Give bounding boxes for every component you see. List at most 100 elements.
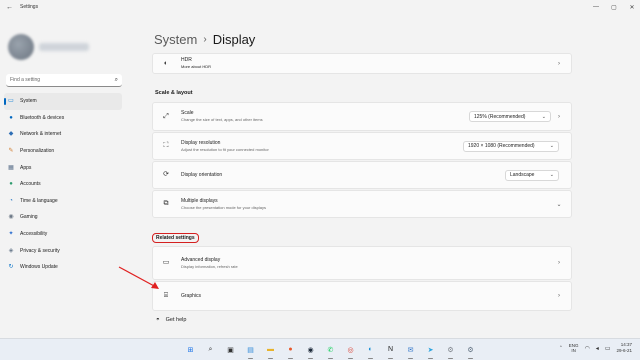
volume-icon[interactable]: ◂ xyxy=(596,345,599,352)
language-indicator[interactable]: ENG IN xyxy=(569,343,579,353)
orientation-card[interactable]: ⟳ Display orientation Landscape ⌄ xyxy=(152,161,572,189)
sidebar: ⌕ ▭ System ● Bluetooth & devices ◆ Network & … xyxy=(0,14,125,336)
maximize-button[interactable]: ▢ xyxy=(610,4,618,11)
file-explorer-icon[interactable]: ▬ xyxy=(264,343,277,359)
search-icon[interactable]: ⌕ xyxy=(204,343,217,356)
page-title: Display xyxy=(212,32,256,47)
sidebar-item-bluetooth-devices[interactable]: ● Bluetooth & devices xyxy=(4,110,122,127)
windows-update-icon: ↻ xyxy=(8,264,14,271)
sidebar-nav: ▭ System ● Bluetooth & devices ◆ Network & in… xyxy=(4,93,122,276)
minimize-button[interactable]: — xyxy=(592,4,600,10)
resolution-value: 1920 × 1080 (Recommended) xyxy=(468,143,535,149)
close-button[interactable]: ✕ xyxy=(628,4,636,11)
windows-start-icon[interactable]: ⊞ xyxy=(184,343,197,356)
sidebar-item-system[interactable]: ▭ System xyxy=(4,93,122,110)
sidebar-item-gaming[interactable]: ◉ Gaming xyxy=(4,209,122,226)
personalization-icon: ✎ xyxy=(8,148,14,155)
whatsapp-icon[interactable]: ✆ xyxy=(324,343,337,359)
avatar xyxy=(8,34,34,60)
bluetooth-icon: ● xyxy=(9,114,13,121)
graphics-title: Graphics xyxy=(181,292,202,299)
sidebar-item-time-language[interactable]: ◔ Time & language xyxy=(4,193,122,210)
edge-icon[interactable]: ◐ xyxy=(364,343,377,359)
hdr-link[interactable]: More about HDR xyxy=(181,64,555,70)
sidebar-item-label: Windows Update xyxy=(20,264,58,271)
clock[interactable]: 14:37 29-6-21 xyxy=(616,342,632,354)
sidebar-item-accounts[interactable]: ● Accounts xyxy=(4,176,122,193)
telegram-icon[interactable]: ➤ xyxy=(424,343,437,359)
sidebar-item-network-internet[interactable]: ◆ Network & internet xyxy=(4,126,122,143)
breadcrumb: System › Display xyxy=(154,32,255,47)
gear-icon[interactable]: ⚙ xyxy=(444,343,457,359)
graphics-card[interactable]: ⌸ Graphics › xyxy=(152,281,572,311)
accessibility-icon: ✦ xyxy=(8,231,14,238)
chevron-right-icon[interactable]: › xyxy=(555,114,563,120)
sidebar-item-label: Privacy & security xyxy=(20,247,60,254)
search-input[interactable] xyxy=(10,77,115,83)
multiple-displays-card[interactable]: ⧉ Multiple displays Choose the presentat… xyxy=(152,190,572,218)
wifi-icon[interactable]: ◠ xyxy=(585,345,590,352)
search-box[interactable]: ⌕ xyxy=(6,74,122,87)
sidebar-item-personalization[interactable]: ✎ Personalization xyxy=(4,143,122,160)
battery-icon[interactable]: ▭ xyxy=(605,345,611,352)
sidebar-item-accessibility[interactable]: ✦ Accessibility xyxy=(4,226,122,243)
resolution-card[interactable]: ⛶ Display resolution Adjust the resoluti… xyxy=(152,132,572,160)
scale-title: Scale xyxy=(181,110,194,116)
sidebar-item-label: System xyxy=(20,98,37,105)
chevron-down-icon[interactable]: ⌄ xyxy=(555,201,563,208)
accounts-icon: ● xyxy=(9,181,13,188)
sidebar-item-label: Accounts xyxy=(20,181,41,188)
search-icon: ⌕ xyxy=(114,76,118,83)
multiple-displays-icon: ⧉ xyxy=(163,200,169,207)
title-bar: ← Settings xyxy=(0,0,640,14)
scale-card[interactable]: ⤢ Scale Change the size of text, apps, a… xyxy=(152,102,572,131)
hdr-title: HDR xyxy=(181,57,192,63)
chevron-right-icon: › xyxy=(558,293,560,299)
steam-icon[interactable]: ◉ xyxy=(304,343,317,359)
sidebar-item-label: Bluetooth & devices xyxy=(20,114,65,121)
network-icon: ◆ xyxy=(8,131,14,138)
notion-icon[interactable]: N xyxy=(384,343,397,359)
advanced-display-title: Advanced display xyxy=(181,256,221,263)
sidebar-item-apps[interactable]: ▦ Apps xyxy=(4,159,122,176)
hdr-card[interactable]: ◐ HDR More about HDR › xyxy=(152,53,572,74)
scale-subtitle: Change the size of text, apps, and other… xyxy=(181,117,263,122)
breadcrumb-parent[interactable]: System xyxy=(154,32,197,47)
apps-icon: ▦ xyxy=(8,164,14,171)
advanced-display-card[interactable]: ▭ Advanced display Display information, … xyxy=(152,246,572,280)
user-profile[interactable] xyxy=(8,34,89,60)
hdr-icon: ◐ xyxy=(163,59,169,67)
annotation-arrow xyxy=(118,266,159,289)
sidebar-item-label: Accessibility xyxy=(20,231,48,238)
system-icon: ▭ xyxy=(8,98,14,105)
profile-name-blurred xyxy=(39,43,89,51)
sidebar-item-privacy-security[interactable]: ◈ Privacy & security xyxy=(4,242,122,259)
multiple-displays-title: Multiple displays xyxy=(181,197,218,204)
mail-icon[interactable]: ✉ xyxy=(404,343,417,359)
resolution-title: Display resolution xyxy=(181,139,221,146)
tray-overflow-icon[interactable]: ⌃ xyxy=(559,345,563,351)
sidebar-item-label: Personalization xyxy=(20,148,55,155)
task-view-icon[interactable]: ▣ xyxy=(224,343,237,356)
window-controls: — ▢ ✕ xyxy=(592,0,636,14)
settings-app-icon[interactable]: ⚙ xyxy=(464,343,477,359)
back-icon[interactable]: ← xyxy=(6,4,16,11)
monitor-icon: ▭ xyxy=(162,259,170,266)
orientation-value: Landscape xyxy=(510,172,535,178)
orientation-title: Display orientation xyxy=(181,171,223,178)
orientation-icon: ⟳ xyxy=(163,171,169,178)
window-title: Settings xyxy=(20,4,39,10)
get-help-label: Get help xyxy=(165,317,187,323)
widgets-icon[interactable]: ▤ xyxy=(244,343,257,359)
orientation-dropdown[interactable]: Landscape ⌄ xyxy=(505,169,559,181)
resolution-dropdown[interactable]: 1920 × 1080 (Recommended) ⌄ xyxy=(463,140,559,152)
scale-dropdown[interactable]: 125% (Recommended) ⌄ xyxy=(469,111,551,122)
language-bottom: IN xyxy=(571,348,576,353)
firefox-icon[interactable]: ● xyxy=(284,343,297,359)
time-language-icon: ◔ xyxy=(9,197,13,204)
advanced-display-subtitle: Display information, refresh rate xyxy=(181,263,238,269)
chrome-icon[interactable]: ◎ xyxy=(344,343,357,359)
sidebar-item-windows-update[interactable]: ↻ Windows Update xyxy=(4,259,122,276)
get-help-link[interactable]: ◓ Get help xyxy=(156,317,186,323)
main-content: System › Display ◐ HDR More about HDR › … xyxy=(148,14,578,336)
